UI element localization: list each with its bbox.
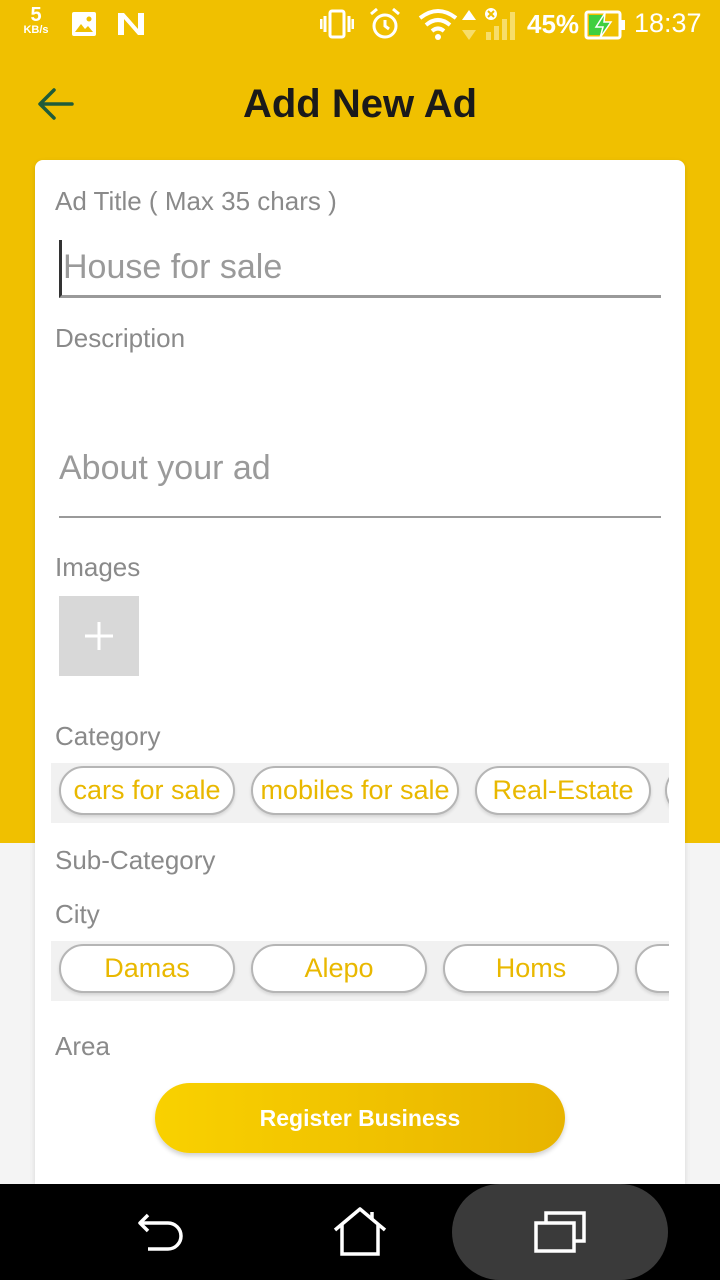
category-chip-list[interactable]: cars for sale mobiles for sale Real-Esta… bbox=[51, 763, 669, 823]
alarm-icon bbox=[368, 7, 402, 46]
app-header: Add New Ad bbox=[0, 50, 720, 160]
data-transfer-icon bbox=[460, 8, 478, 47]
city-chip-list[interactable]: Damas Alepo Homs bbox=[51, 941, 669, 1001]
system-nav-bar bbox=[0, 1184, 720, 1280]
category-chip[interactable]: Real-Estate bbox=[475, 766, 651, 815]
image-icon bbox=[71, 11, 97, 42]
network-speed: 5 KB/s bbox=[14, 5, 58, 36]
network-speed-value: 5 bbox=[30, 4, 42, 26]
category-chip-partial[interactable] bbox=[665, 766, 669, 815]
ad-form-card: Ad Title ( Max 35 chars ) Description Im… bbox=[35, 160, 685, 1184]
add-image-button[interactable] bbox=[59, 596, 139, 676]
register-business-button[interactable]: Register Business bbox=[155, 1083, 565, 1153]
battery-percent: 45% bbox=[527, 9, 580, 39]
nav-back-button[interactable] bbox=[130, 1202, 190, 1262]
city-chip[interactable]: Alepo bbox=[251, 944, 427, 993]
category-label: Category bbox=[55, 721, 161, 751]
plus-icon bbox=[85, 622, 113, 650]
category-chip[interactable]: mobiles for sale bbox=[251, 766, 459, 815]
nav-recents-button[interactable] bbox=[530, 1202, 590, 1262]
recents-icon bbox=[534, 1211, 586, 1253]
area-label: Area bbox=[55, 1031, 110, 1061]
description-input[interactable] bbox=[59, 360, 661, 518]
home-icon bbox=[333, 1207, 387, 1256]
page-title: Add New Ad bbox=[242, 82, 478, 126]
city-chip-partial[interactable] bbox=[635, 944, 669, 993]
network-speed-unit: KB/s bbox=[23, 24, 49, 36]
back-nav-icon bbox=[138, 1213, 183, 1251]
ad-title-input[interactable] bbox=[59, 240, 661, 298]
wifi-icon bbox=[418, 8, 458, 45]
category-chip[interactable]: cars for sale bbox=[59, 766, 235, 815]
clock: 18:37 bbox=[634, 8, 702, 38]
city-chip[interactable]: Damas bbox=[59, 944, 235, 993]
signal-icon bbox=[482, 6, 518, 47]
nav-home-button[interactable] bbox=[330, 1202, 390, 1262]
status-bar: 5 KB/s 45% 18:37 bbox=[0, 0, 720, 50]
images-label: Images bbox=[55, 552, 141, 582]
city-label: City bbox=[55, 899, 100, 929]
battery-charging-icon bbox=[584, 10, 626, 45]
vibrate-icon bbox=[319, 8, 355, 45]
n-notification-icon bbox=[116, 11, 146, 42]
city-chip[interactable]: Homs bbox=[443, 944, 619, 993]
ad-title-label: Ad Title ( Max 35 chars ) bbox=[55, 186, 337, 216]
description-label: Description bbox=[55, 323, 186, 353]
subcategory-label: Sub-Category bbox=[55, 845, 216, 875]
